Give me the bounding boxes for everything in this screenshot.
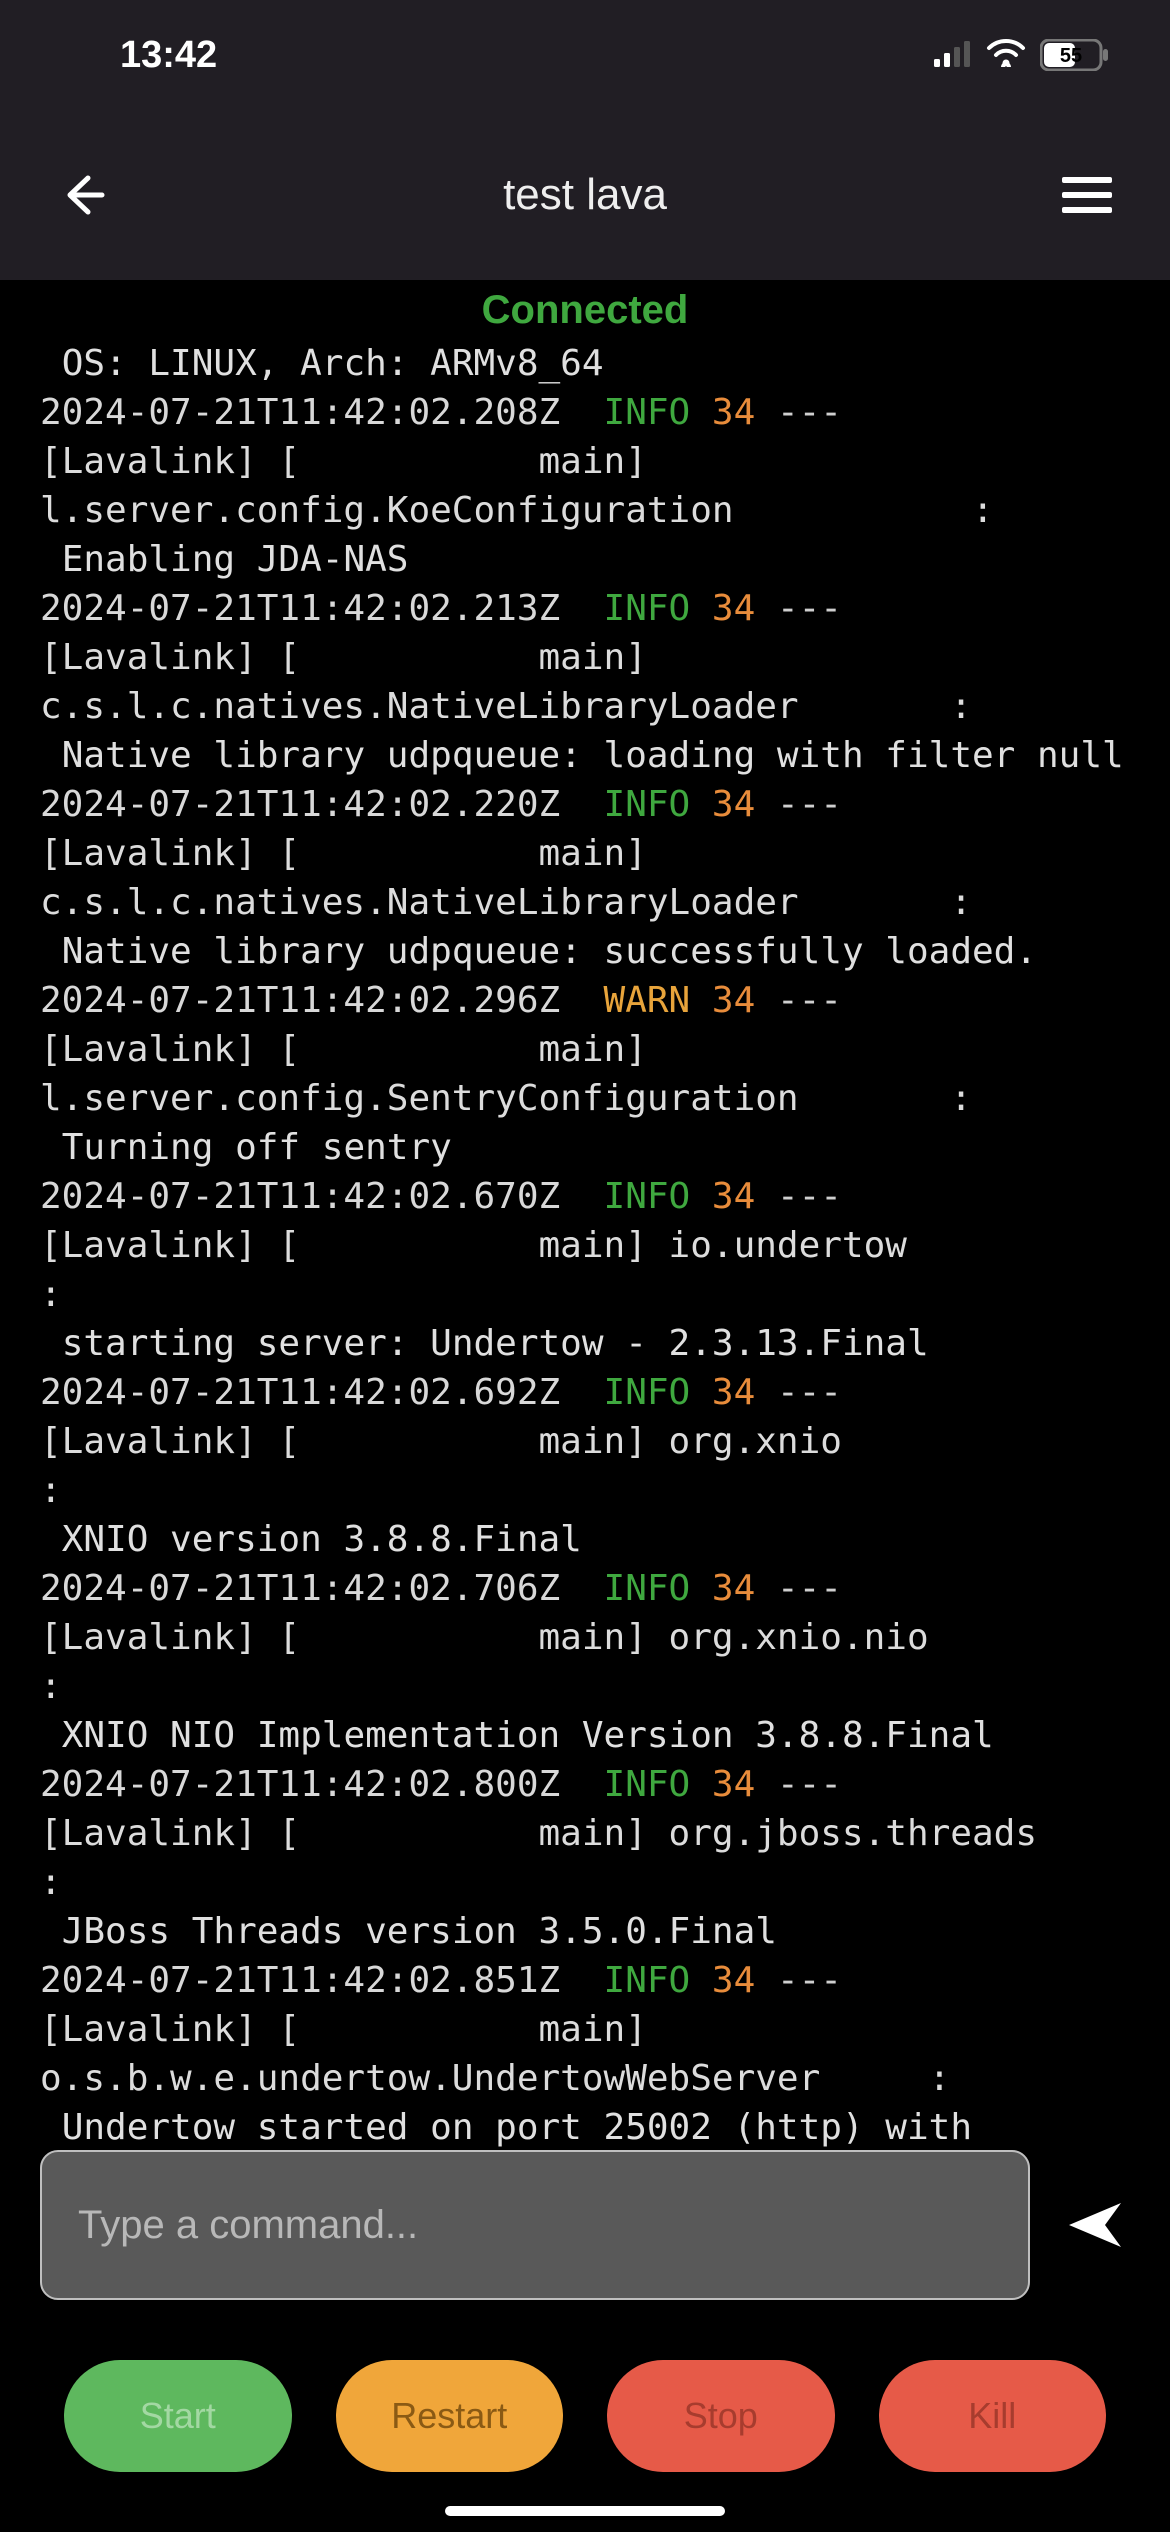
battery-icon: 55 xyxy=(1040,39,1110,71)
arrow-left-icon xyxy=(58,170,108,220)
status-icons: 55 xyxy=(934,34,1110,77)
hamburger-icon xyxy=(1062,175,1112,215)
page-title: test lava xyxy=(118,170,1052,220)
send-button[interactable] xyxy=(1060,2190,1130,2260)
command-input[interactable] xyxy=(40,2150,1030,2300)
app-bar: test lava xyxy=(0,110,1170,280)
battery-text: 55 xyxy=(1060,45,1082,67)
start-button[interactable]: Start xyxy=(64,2360,292,2472)
action-buttons: Start Restart Stop Kill xyxy=(0,2360,1170,2472)
send-icon xyxy=(1065,2195,1125,2255)
cellular-icon xyxy=(934,34,972,77)
kill-button[interactable]: Kill xyxy=(879,2360,1107,2472)
menu-button[interactable] xyxy=(1052,160,1122,230)
restart-button[interactable]: Restart xyxy=(336,2360,564,2472)
back-button[interactable] xyxy=(48,160,118,230)
status-time: 13:42 xyxy=(120,34,217,77)
connection-status: Connected xyxy=(0,280,1170,339)
console-log[interactable]: OS: LINUX, Arch: ARMv8_64 2024-07-21T11:… xyxy=(0,339,1170,2240)
console-area: Connected OS: LINUX, Arch: ARMv8_64 2024… xyxy=(0,280,1170,2240)
home-indicator[interactable] xyxy=(445,2506,725,2516)
command-row xyxy=(0,2150,1170,2300)
stop-button[interactable]: Stop xyxy=(607,2360,835,2472)
wifi-icon xyxy=(986,34,1026,77)
status-bar: 13:42 55 xyxy=(0,0,1170,110)
